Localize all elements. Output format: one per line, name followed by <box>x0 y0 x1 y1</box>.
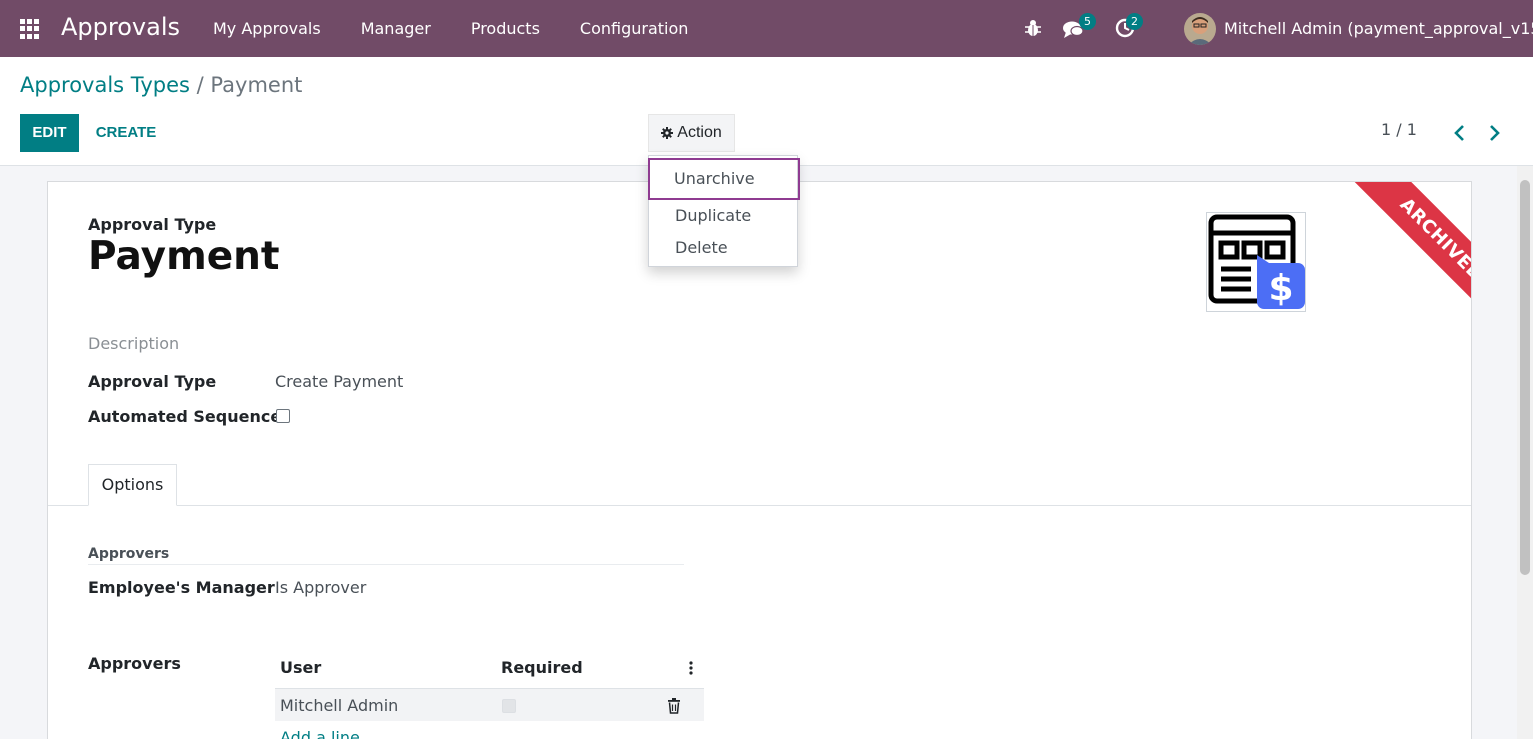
employee-manager-value: Is Approver <box>275 578 367 597</box>
scrollbar-thumb[interactable] <box>1520 180 1530 575</box>
optional-columns-icon[interactable] <box>689 661 693 675</box>
breadcrumb-separator: / <box>196 73 204 97</box>
control-panel: Approvals Types / Payment EDIT CREATE Ac… <box>0 57 1533 166</box>
record-title: Payment <box>88 234 280 279</box>
menu-products[interactable]: Products <box>451 0 560 57</box>
tabs-divider <box>48 505 1471 506</box>
section-divider <box>88 564 684 565</box>
employee-manager-label: Employee's Manager <box>88 578 275 597</box>
automated-sequence-label: Automated Sequence? <box>88 407 291 426</box>
pager-value[interactable]: 1 / 1 <box>1381 120 1417 139</box>
svg-text:$: $ <box>1268 268 1293 309</box>
approvers-section-title: Approvers <box>88 546 170 562</box>
action-button-label: Action <box>677 124 722 141</box>
description-placeholder[interactable]: Description <box>88 334 179 353</box>
user-menu[interactable]: Mitchell Admin (payment_approval_v15) <box>1224 0 1533 57</box>
approval-type-value: Create Payment <box>275 372 404 391</box>
action-dropdown-menu: Unarchive Duplicate Delete <box>648 155 800 267</box>
tab-options[interactable]: Options <box>88 464 177 506</box>
gear-icon <box>661 127 674 139</box>
row-required-checkbox <box>502 699 516 713</box>
archived-ribbon-label: ARCHIVED <box>1334 182 1471 347</box>
approvers-table-header: User Required <box>275 652 704 688</box>
approval-type-caption: Approval Type <box>88 215 217 234</box>
pager-next-icon[interactable] <box>1486 123 1502 143</box>
edit-button[interactable]: EDIT <box>20 114 79 152</box>
menu-item-unarchive[interactable]: Unarchive <box>648 158 800 200</box>
main-menu: My Approvals Manager Products Configurat… <box>193 0 708 57</box>
menu-item-delete[interactable]: Delete <box>649 232 797 264</box>
menu-manager[interactable]: Manager <box>341 0 451 57</box>
pager-previous-icon[interactable] <box>1452 123 1468 143</box>
menu-my-approvals[interactable]: My Approvals <box>193 0 341 57</box>
breadcrumb-approvals-types[interactable]: Approvals Types <box>20 73 190 97</box>
activities-count-badge: 2 <box>1126 13 1143 30</box>
column-user[interactable]: User <box>280 652 321 684</box>
top-navbar: Approvals My Approvals Manager Products … <box>0 0 1533 57</box>
create-button[interactable]: CREATE <box>86 114 166 152</box>
automated-sequence-checkbox[interactable] <box>276 409 290 423</box>
apps-menu-icon[interactable] <box>20 19 40 39</box>
menu-item-duplicate[interactable]: Duplicate <box>649 200 797 232</box>
debug-bug-icon[interactable] <box>1024 18 1042 38</box>
messages-count-badge: 5 <box>1079 13 1096 30</box>
column-required[interactable]: Required <box>501 652 583 684</box>
archived-ribbon: ARCHIVED <box>1293 182 1471 362</box>
user-avatar[interactable] <box>1184 13 1216 45</box>
payment-document-icon: $ <box>1208 214 1305 309</box>
approvers-label: Approvers <box>88 654 181 673</box>
approval-type-label: Approval Type <box>88 372 217 391</box>
app-brand[interactable]: Approvals <box>61 13 180 41</box>
breadcrumb: Approvals Types / Payment <box>20 73 302 97</box>
trash-icon[interactable] <box>667 698 681 714</box>
menu-configuration[interactable]: Configuration <box>560 0 709 57</box>
table-row[interactable]: Mitchell Admin <box>275 688 704 721</box>
action-button[interactable]: Action <box>648 114 735 152</box>
breadcrumb-current: Payment <box>210 73 303 97</box>
page-scrollbar[interactable] <box>1517 166 1533 739</box>
row-user: Mitchell Admin <box>280 696 399 715</box>
approval-type-image[interactable]: $ <box>1206 212 1306 312</box>
add-a-line-link[interactable]: Add a line <box>280 728 360 739</box>
